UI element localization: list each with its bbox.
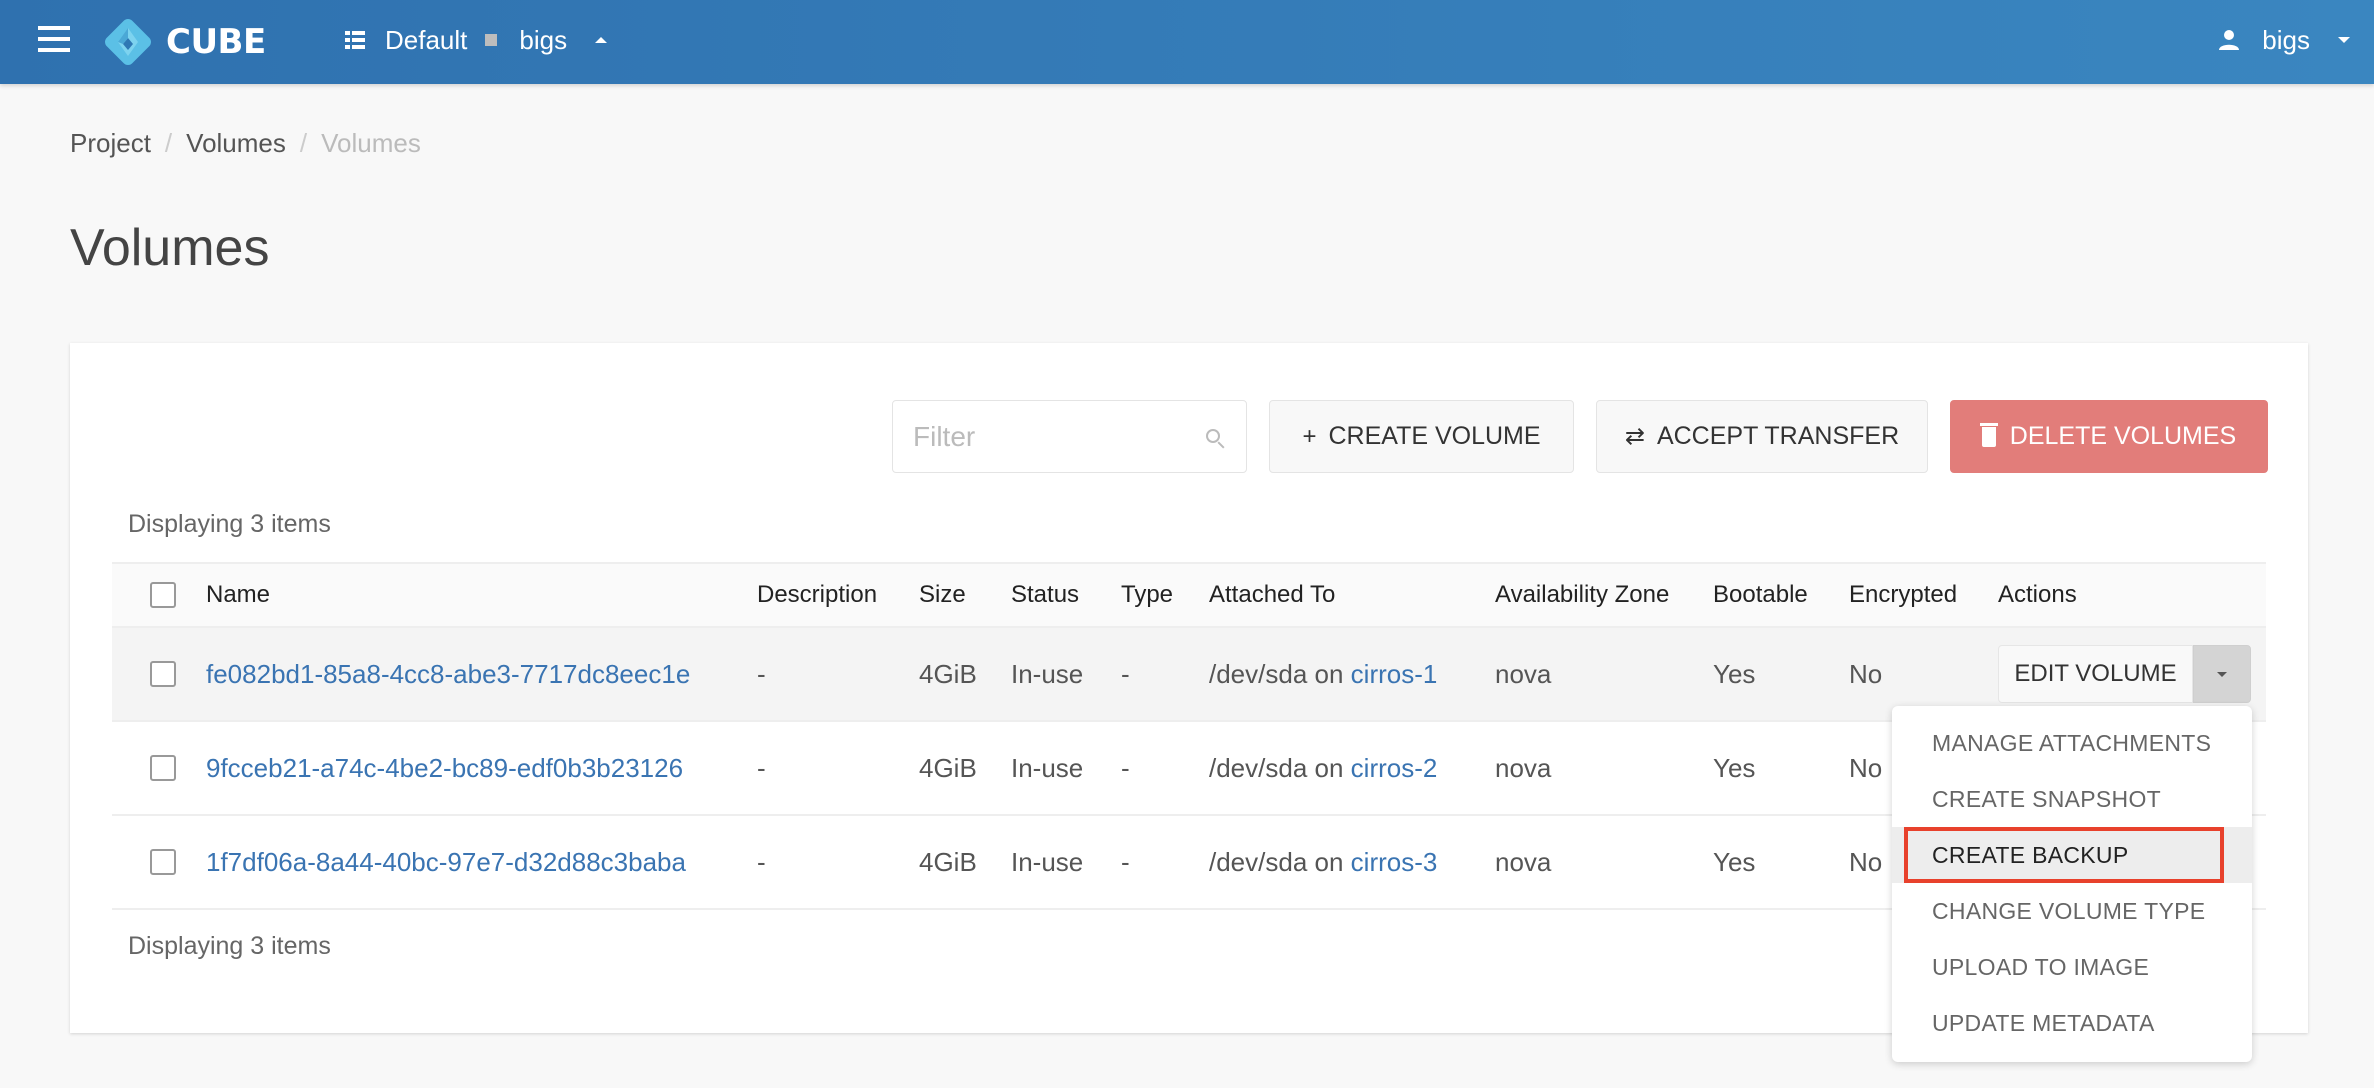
volume-name-link[interactable]: 9fcceb21-a74c-4be2-bc89-edf0b3b23126 xyxy=(206,753,683,783)
actions-dropdown-toggle[interactable] xyxy=(2193,645,2251,703)
instance-link[interactable]: cirros-1 xyxy=(1351,659,1438,689)
create-volume-label: CREATE VOLUME xyxy=(1328,422,1541,450)
volume-status: In-use xyxy=(1011,658,1084,689)
breadcrumb-current: Volumes xyxy=(321,128,421,158)
actions-split-button: EDIT VOLUME xyxy=(1998,645,2266,703)
instance-link[interactable]: cirros-3 xyxy=(1351,847,1438,877)
list-icon xyxy=(345,31,365,49)
trash-icon xyxy=(1979,422,1998,447)
menu-item-create-backup[interactable]: CREATE BACKUP xyxy=(1892,827,2252,883)
project-name: bigs xyxy=(519,24,568,55)
volume-name-link[interactable]: 1f7df06a-8a44-40bc-97e7-d32d88c3baba xyxy=(206,847,686,877)
attached-device: /dev/sda on xyxy=(1209,658,1344,689)
attached-device: /dev/sda on xyxy=(1209,752,1344,783)
user-menu[interactable]: bigs xyxy=(2218,20,2350,60)
brand-logo[interactable]: CUBE xyxy=(100,13,266,71)
table-header: Name Description Size Status Type Attach… xyxy=(112,562,2266,628)
column-header-actions: Actions xyxy=(1998,581,2077,608)
top-navbar: CUBE Default bigs bigs xyxy=(0,0,2374,84)
menu-item-create-snapshot[interactable]: CREATE SNAPSHOT xyxy=(1892,771,2252,827)
page-title: Volumes xyxy=(70,219,270,277)
volume-status: In-use xyxy=(1011,752,1084,783)
volume-attached-to: /dev/sda on cirros-1 xyxy=(1209,659,1495,690)
column-header-availability-zone[interactable]: Availability Zone xyxy=(1495,581,1713,609)
row-checkbox[interactable] xyxy=(150,755,176,781)
row-checkbox[interactable] xyxy=(150,661,176,687)
menu-item-manage-attachments[interactable]: MANAGE ATTACHMENTS xyxy=(1892,715,2252,771)
project-switcher[interactable]: Default bigs xyxy=(345,20,608,60)
breadcrumb-volumes[interactable]: Volumes xyxy=(186,128,286,159)
volume-attached-to: /dev/sda on cirros-3 xyxy=(1209,847,1495,878)
instance-link[interactable]: cirros-2 xyxy=(1351,753,1438,783)
column-header-attached-to[interactable]: Attached To xyxy=(1209,581,1495,609)
volume-size: 4GiB xyxy=(919,752,977,783)
accept-transfer-label: ACCEPT TRANSFER xyxy=(1656,422,1900,450)
delete-volumes-button[interactable]: DELETE VOLUMES xyxy=(1950,400,2268,473)
volume-description: - xyxy=(757,752,766,783)
user-icon xyxy=(2219,30,2240,50)
column-header-type[interactable]: Type xyxy=(1121,581,1209,609)
volume-type: - xyxy=(1121,846,1130,877)
brand-name: CUBE xyxy=(166,22,266,62)
filter-input[interactable] xyxy=(893,401,1246,472)
filter-box xyxy=(892,400,1247,473)
caret-down-icon xyxy=(2338,37,2350,43)
volume-bootable: Yes xyxy=(1713,658,1756,689)
search-icon[interactable] xyxy=(1206,429,1220,443)
menu-item-upload-to-image[interactable]: UPLOAD TO IMAGE xyxy=(1892,939,2252,995)
column-header-status[interactable]: Status xyxy=(1011,581,1121,609)
row-actions: EDIT VOLUME xyxy=(1998,645,2266,703)
breadcrumb-project[interactable]: Project xyxy=(70,128,151,159)
volume-encrypted: No xyxy=(1849,658,1883,689)
volume-name-link[interactable]: fe082bd1-85a8-4cc8-abe3-7717dc8eec1e xyxy=(206,659,690,689)
edit-volume-button[interactable]: EDIT VOLUME xyxy=(1998,645,2193,703)
volume-availability-zone: nova xyxy=(1495,658,1552,689)
column-header-description[interactable]: Description xyxy=(757,581,919,609)
volume-availability-zone: nova xyxy=(1495,752,1552,783)
volume-status: In-use xyxy=(1011,846,1084,877)
create-volume-button[interactable]: + CREATE VOLUME xyxy=(1269,400,1574,473)
volume-description: - xyxy=(757,658,766,689)
cube-logo-icon xyxy=(105,19,151,65)
column-header-size[interactable]: Size xyxy=(919,581,1011,609)
column-header-bootable[interactable]: Bootable xyxy=(1713,581,1849,609)
menu-item-change-volume-type[interactable]: CHANGE VOLUME TYPE xyxy=(1892,883,2252,939)
transfer-arrows-icon: ⇄ xyxy=(1624,423,1645,450)
square-icon xyxy=(485,34,498,46)
row-checkbox[interactable] xyxy=(150,849,176,875)
domain-name: Default xyxy=(385,24,468,55)
select-all-checkbox[interactable] xyxy=(150,582,176,608)
item-count-bottom: Displaying 3 items xyxy=(128,932,331,960)
actions-dropdown-menu: MANAGE ATTACHMENTS CREATE SNAPSHOT CREAT… xyxy=(1892,706,2252,1062)
volume-size: 4GiB xyxy=(919,658,977,689)
column-header-name[interactable]: Name xyxy=(206,581,757,609)
delete-volumes-label: DELETE VOLUMES xyxy=(2009,422,2237,450)
volume-size: 4GiB xyxy=(919,846,977,877)
user-name: bigs xyxy=(2262,24,2310,55)
volume-availability-zone: nova xyxy=(1495,846,1552,877)
volume-type: - xyxy=(1121,658,1130,689)
breadcrumb: Project / Volumes / Volumes xyxy=(70,128,421,159)
volume-type: - xyxy=(1121,752,1130,783)
hamburger-icon[interactable] xyxy=(38,26,70,52)
plus-icon: + xyxy=(1302,422,1317,450)
caret-up-icon xyxy=(595,37,608,43)
column-header-encrypted[interactable]: Encrypted xyxy=(1849,581,1998,609)
volume-bootable: Yes xyxy=(1713,752,1756,783)
table-toolbar: + CREATE VOLUME ⇄ ACCEPT TRANSFER DELETE… xyxy=(892,400,2268,473)
caret-down-icon xyxy=(2217,671,2227,677)
accept-transfer-button[interactable]: ⇄ ACCEPT TRANSFER xyxy=(1596,400,1928,473)
volume-attached-to: /dev/sda on cirros-2 xyxy=(1209,753,1495,784)
breadcrumb-separator: / xyxy=(299,128,308,158)
item-count-top: Displaying 3 items xyxy=(128,510,331,538)
volume-bootable: Yes xyxy=(1713,846,1756,877)
attached-device: /dev/sda on xyxy=(1209,846,1344,877)
menu-item-update-metadata[interactable]: UPDATE METADATA xyxy=(1892,995,2252,1051)
breadcrumb-separator: / xyxy=(164,128,173,158)
volume-description: - xyxy=(757,846,766,877)
